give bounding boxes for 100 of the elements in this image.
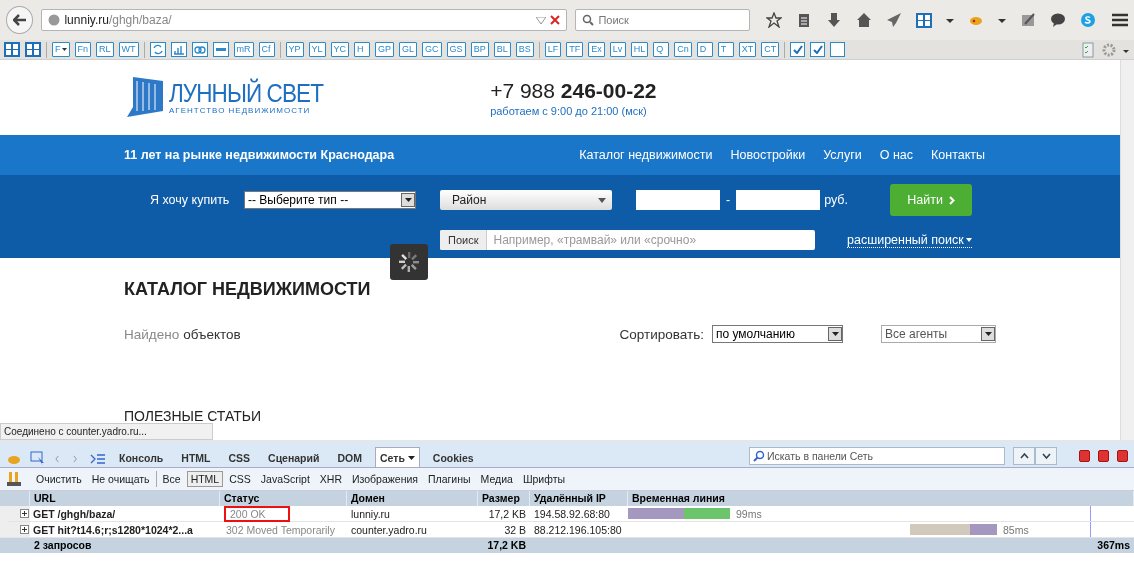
toolbar-button[interactable]: HL	[630, 42, 649, 57]
toolbar-button[interactable]: YC	[330, 42, 350, 57]
checkbox[interactable]	[830, 42, 846, 57]
price-from-field[interactable]	[636, 190, 720, 210]
checkbox[interactable]	[790, 42, 806, 57]
toolbar-button[interactable]: GC	[422, 42, 442, 57]
devtools-tab[interactable]: DOM	[332, 447, 367, 467]
detach-button[interactable]	[1098, 449, 1109, 462]
nav-link[interactable]: Новостройки	[730, 148, 806, 162]
toolbar-button[interactable]: Ex	[588, 42, 605, 57]
column-header[interactable]: Статус	[220, 491, 347, 506]
devtools-tab[interactable]: Сеть	[374, 447, 420, 467]
toolbar-button[interactable]: CT	[761, 42, 780, 57]
sort-select[interactable]: по умолчанию	[712, 325, 843, 343]
paper-plane-icon[interactable]	[886, 12, 902, 28]
bar-chart-icon[interactable]	[170, 42, 187, 57]
toolbar-button[interactable]: H	[354, 42, 371, 57]
column-header[interactable]: Размер	[478, 491, 530, 506]
toolbar-button[interactable]: BS	[515, 42, 534, 57]
toolbar-button[interactable]: Q	[653, 42, 670, 57]
minimize-button[interactable]	[1079, 449, 1090, 462]
search-field[interactable]: Поиск	[575, 9, 750, 31]
devtools-tab[interactable]: Cookies	[427, 447, 479, 467]
dropdown-icon[interactable]	[536, 16, 547, 24]
checkbox[interactable]	[810, 42, 826, 57]
notepad-icon[interactable]	[1020, 12, 1036, 28]
toolbar-button[interactable]: GP	[375, 42, 395, 57]
nav-link[interactable]: Контакты	[931, 148, 985, 162]
toolbar-button[interactable]: GL	[399, 42, 418, 57]
chat-bubble-icon[interactable]	[1050, 12, 1066, 28]
expand-icon[interactable]	[20, 525, 29, 534]
url-cell[interactable]: GET /ghgh/baza/	[8, 506, 220, 522]
column-header[interactable]: URL	[30, 491, 220, 506]
toolbar-button[interactable]: Lv	[609, 42, 626, 57]
column-header[interactable]: Удалённый IP	[530, 491, 628, 506]
toolbar-button[interactable]: Cf	[258, 42, 275, 57]
devtools-tab[interactable]: Сценарий	[263, 447, 325, 467]
price-to-field[interactable]	[736, 190, 821, 210]
scrollbar[interactable]	[1120, 60, 1134, 440]
toolbar-button[interactable]: T	[717, 42, 734, 57]
filter-button[interactable]: XHR	[315, 471, 346, 487]
panel-action-button[interactable]: Очистить	[32, 471, 86, 487]
menu-icon[interactable]	[1110, 12, 1128, 28]
dash-icon[interactable]	[212, 42, 229, 57]
column-header[interactable]: Домен	[347, 491, 478, 506]
toolbar-button[interactable]: Cn	[674, 42, 692, 57]
agents-select[interactable]: Все агенты	[881, 325, 996, 343]
panel-action-button[interactable]: Не очищать	[87, 471, 154, 487]
nav-link[interactable]: Каталог недвижимости	[579, 148, 713, 162]
star-icon[interactable]	[766, 12, 782, 28]
toolbar-button[interactable]: F	[52, 42, 70, 57]
close-icon[interactable]	[550, 15, 561, 25]
logo[interactable]: ЛУННЫЙ СВЕТ АГЕНТСТВО НЕДВИЖИМОСТИ	[125, 76, 341, 119]
toolbar-button[interactable]: D	[696, 42, 713, 57]
devtools-tab[interactable]: HTML	[176, 447, 216, 467]
type-select[interactable]: -- Выберите тип --	[244, 191, 416, 209]
devtools-tab[interactable]: Консоль	[114, 447, 169, 467]
filter-button[interactable]: HTML	[186, 471, 224, 487]
previous-button[interactable]	[1013, 446, 1035, 465]
filter-button[interactable]: Плагины	[424, 471, 475, 487]
toolbar-button[interactable]: YL	[308, 42, 326, 57]
panel-search-field[interactable]: Искать в панели Сеть	[749, 446, 1005, 465]
toolbar-button[interactable]: mR	[233, 42, 254, 57]
devtools-tab[interactable]: CSS	[223, 447, 256, 467]
command-line-icon[interactable]	[90, 451, 106, 467]
expand-icon[interactable]	[20, 509, 29, 518]
toolbar-button[interactable]: BP	[470, 42, 489, 57]
back-button[interactable]	[6, 6, 34, 34]
filter-button[interactable]: Изображения	[348, 471, 422, 487]
cursor-icon[interactable]	[30, 451, 46, 467]
address-field[interactable]: lunniy.ru/ghgh/baza/	[41, 9, 568, 31]
next-button[interactable]	[1035, 446, 1057, 465]
toolbar-button[interactable]: LF	[544, 42, 562, 57]
power-button[interactable]	[1117, 449, 1128, 462]
toolbar-button[interactable]: TF	[566, 42, 584, 57]
filter-button[interactable]: Шрифты	[518, 471, 569, 487]
rings-icon[interactable]	[191, 42, 208, 57]
nav-link[interactable]: Услуги	[823, 148, 862, 162]
filter-button[interactable]: JavaScript	[256, 471, 314, 487]
home-icon[interactable]	[856, 12, 872, 28]
search-button[interactable]: Поиск	[440, 230, 488, 250]
advanced-search-link[interactable]: расширенный поиск	[847, 232, 972, 248]
toolbar-button[interactable]: BL	[493, 42, 511, 57]
district-select[interactable]: Район	[440, 190, 612, 210]
filter-button[interactable]: CSS	[225, 471, 255, 487]
toolbar-button[interactable]: XT	[738, 42, 757, 57]
toolbar-button[interactable]: WT	[118, 42, 139, 57]
query-field[interactable]: Поиск Например, «трамвай» или «срочно»	[440, 230, 815, 250]
sync-icon[interactable]	[149, 42, 166, 57]
nav-link[interactable]: О нас	[879, 148, 913, 162]
find-button[interactable]: Найти	[890, 184, 973, 216]
filter-button[interactable]: Все	[158, 471, 185, 487]
toolbar-button[interactable]: Fn	[74, 42, 91, 57]
download-icon[interactable]	[826, 12, 842, 28]
checklist-icon[interactable]	[1080, 41, 1096, 58]
toolbar-button[interactable]: GS	[446, 42, 466, 57]
toolbar-button[interactable]: YP	[285, 42, 304, 57]
column-header[interactable]: Временная линия	[628, 491, 1134, 506]
toolbar-button[interactable]: RL	[96, 42, 114, 57]
xhr-icon[interactable]	[6, 471, 22, 487]
